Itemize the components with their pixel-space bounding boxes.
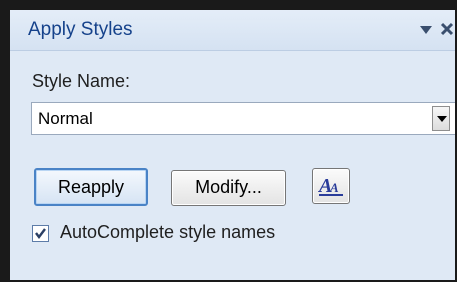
reapply-button[interactable]: Reapply	[34, 168, 148, 206]
pane-title: Apply Styles	[28, 19, 133, 40]
modify-button[interactable]: Modify...	[171, 170, 286, 206]
svg-text:A: A	[329, 180, 339, 195]
pane-header: Apply Styles	[10, 10, 455, 51]
style-name-label: Style Name:	[32, 71, 131, 91]
pane-close-button[interactable]	[439, 16, 455, 42]
chevron-down-icon	[437, 116, 447, 122]
styles-a-icon: A A	[317, 175, 343, 197]
checkmark-icon	[35, 228, 46, 239]
style-name-dropdown-button[interactable]	[432, 106, 450, 131]
close-icon	[440, 22, 454, 36]
autocomplete-checkbox[interactable]	[32, 225, 49, 242]
apply-styles-pane: Apply Styles Style Name: Normal Reapply …	[0, 0, 457, 282]
style-name-combobox[interactable]: Normal	[31, 102, 455, 135]
style-name-value[interactable]: Normal	[38, 109, 93, 129]
pane-menu-button[interactable]	[417, 16, 437, 42]
styles-button[interactable]: A A	[312, 168, 350, 204]
autocomplete-label[interactable]: AutoComplete style names	[60, 222, 275, 243]
dropdown-arrow-icon	[420, 26, 432, 34]
